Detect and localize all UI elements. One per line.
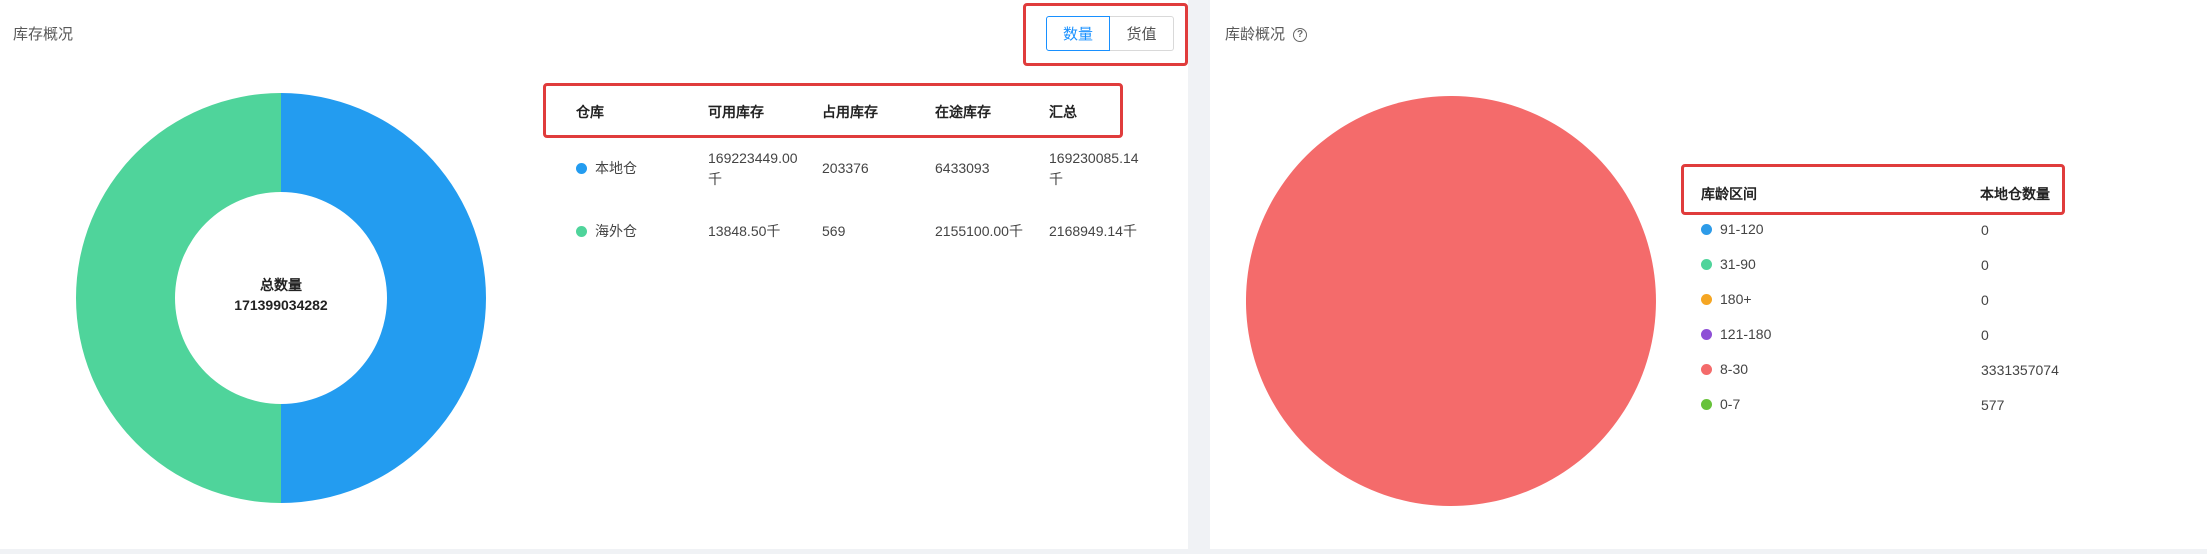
legend-dot bbox=[1701, 258, 1712, 270]
age-row-label: 121-180 bbox=[1701, 326, 1771, 342]
age-pie-chart bbox=[1246, 96, 1656, 506]
age-overview-title-text: 库龄概况 bbox=[1225, 26, 1286, 43]
col-in-transit: 在途库存 bbox=[935, 104, 991, 120]
age-row-label: 8-30 bbox=[1701, 361, 1748, 377]
col-occupied: 占用库存 bbox=[822, 104, 878, 120]
age-row-value: 0 bbox=[1981, 257, 1989, 273]
inventory-overview-panel: 库存概况 数量 货值 总数量 171399034282 仓库 可用库存 占用库存… bbox=[0, 0, 1188, 549]
age-row-label: 31-90 bbox=[1701, 256, 1756, 272]
age-row-label: 91-120 bbox=[1701, 221, 1764, 237]
table-cell-available: 13848.50千 bbox=[708, 223, 781, 239]
donut-center-label: 总数量 171399034282 bbox=[161, 275, 401, 315]
table-cell-occupied: 203376 bbox=[822, 160, 869, 176]
table-row-warehouse: 本地仓 bbox=[576, 158, 637, 179]
age-row-value: 3331357074 bbox=[1981, 362, 2059, 378]
table-cell-in-transit: 2155100.00千 bbox=[935, 223, 1023, 239]
legend-dot bbox=[576, 162, 587, 174]
age-row-value: 577 bbox=[1981, 397, 2005, 413]
table-cell-total: 2168949.14千 bbox=[1049, 223, 1137, 239]
quantity-value-toggle: 数量 货值 bbox=[1023, 3, 1188, 66]
age-range: 0-7 bbox=[1720, 396, 1741, 412]
col-warehouse: 仓库 bbox=[576, 104, 604, 120]
age-range: 91-120 bbox=[1720, 221, 1764, 237]
toggle-quantity-button[interactable]: 数量 bbox=[1046, 16, 1110, 51]
legend-dot bbox=[1701, 363, 1712, 375]
age-range: 121-180 bbox=[1720, 326, 1772, 342]
age-overview-title: 库龄概况? bbox=[1225, 23, 1308, 44]
col-total: 汇总 bbox=[1049, 104, 1077, 120]
toggle-value-button[interactable]: 货值 bbox=[1110, 16, 1174, 51]
table-cell-in-transit: 6433093 bbox=[935, 160, 990, 176]
available-line2: 千 bbox=[708, 171, 722, 187]
age-row-label: 0-7 bbox=[1701, 396, 1740, 412]
warehouse-name: 本地仓 bbox=[595, 160, 637, 176]
table-cell-available: 169223449.00 千 bbox=[708, 148, 798, 190]
col-age-range: 库龄区间 bbox=[1701, 186, 1757, 202]
age-row-value: 0 bbox=[1981, 292, 1989, 308]
age-row-value: 0 bbox=[1981, 222, 1989, 238]
question-circle-icon[interactable]: ? bbox=[1293, 28, 1308, 43]
table-cell-total: 169230085.14 千 bbox=[1049, 148, 1139, 190]
pie-slice-0-7[interactable] bbox=[1246, 96, 1656, 506]
table-row-warehouse: 海外仓 bbox=[576, 221, 637, 242]
legend-dot bbox=[1701, 293, 1712, 305]
col-local-qty: 本地仓数量 bbox=[1980, 186, 2050, 202]
legend-dot bbox=[576, 225, 587, 237]
total-line1: 169230085.14 bbox=[1049, 150, 1139, 166]
legend-dot bbox=[1701, 328, 1712, 340]
legend-dot bbox=[1701, 223, 1712, 235]
col-available: 可用库存 bbox=[708, 104, 764, 120]
warehouse-name: 海外仓 bbox=[595, 223, 637, 239]
total-quantity-label: 总数量 bbox=[260, 277, 302, 293]
age-row-label: 180+ bbox=[1701, 291, 1752, 307]
age-row-value: 0 bbox=[1981, 327, 1989, 343]
available-line1: 169223449.00 bbox=[708, 150, 798, 166]
table-cell-occupied: 569 bbox=[822, 223, 846, 239]
legend-dot bbox=[1701, 398, 1712, 410]
total-quantity-value: 171399034282 bbox=[234, 297, 328, 313]
age-range: 180+ bbox=[1720, 291, 1752, 307]
age-range: 31-90 bbox=[1720, 256, 1756, 272]
inventory-overview-title: 库存概况 bbox=[13, 26, 74, 43]
age-range: 8-30 bbox=[1720, 361, 1749, 377]
total-line2: 千 bbox=[1049, 171, 1063, 187]
